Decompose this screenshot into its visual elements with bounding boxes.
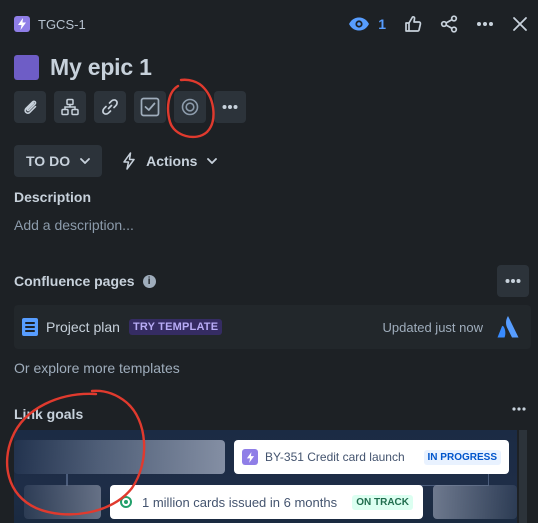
confluence-heading-text: Confluence pages — [14, 273, 135, 289]
info-icon[interactable]: i — [142, 274, 156, 288]
chevron-down-icon — [80, 158, 90, 164]
status-row: TO DO Actions — [14, 145, 227, 177]
link-goals-heading: Link goals — [14, 406, 84, 422]
watch-button[interactable]: 1 — [348, 16, 386, 32]
more-actions-button[interactable] — [214, 91, 246, 123]
chevron-down-icon — [207, 158, 218, 164]
try-template-lozenge: TRY TEMPLATE — [128, 319, 223, 335]
atlassian-logo-icon — [497, 315, 519, 339]
placeholder-card — [24, 485, 101, 519]
attach-icon — [21, 98, 39, 116]
goals-illustration: BY-351 Credit card launch IN PROGRESS 1 … — [14, 430, 517, 523]
actions-label: Actions — [146, 153, 198, 169]
more-icon — [222, 104, 238, 110]
page-title[interactable]: Project plan — [46, 319, 120, 335]
confluence-heading: Confluence pages i — [14, 273, 156, 289]
hierarchy-icon — [61, 98, 79, 116]
description-field[interactable]: Add a description... — [14, 217, 134, 233]
add-goal-button[interactable] — [174, 91, 206, 123]
more-icon[interactable] — [476, 21, 494, 27]
issue-toolbar — [14, 91, 246, 123]
on-track-lozenge: ON TRACK — [352, 494, 413, 510]
confluence-page-card[interactable]: Project plan TRY TEMPLATE Updated just n… — [14, 305, 531, 349]
placeholder-card — [433, 485, 517, 519]
scrollbar[interactable] — [519, 430, 527, 523]
share-icon[interactable] — [440, 15, 458, 33]
goal-card-goal: 1 million cards issued in 6 months ON TR… — [110, 485, 423, 519]
lightning-icon — [14, 16, 30, 32]
more-icon[interactable] — [512, 406, 526, 412]
issue-header: TGCS-1 1 — [14, 12, 528, 36]
goal-target-icon — [120, 496, 132, 508]
watchers-count: 1 — [378, 16, 386, 32]
checkbox-icon — [140, 97, 160, 117]
status-dropdown[interactable]: TO DO — [14, 145, 103, 177]
attach-button[interactable] — [14, 91, 46, 123]
goal-icon — [181, 98, 199, 116]
description-heading: Description — [14, 189, 92, 205]
confluence-more-button[interactable] — [497, 265, 529, 297]
lightning-icon — [242, 449, 258, 465]
actions-dropdown[interactable]: Actions — [112, 145, 227, 177]
updated-timestamp: Updated just now — [382, 319, 483, 335]
document-icon — [22, 318, 38, 336]
epic-color-swatch[interactable] — [14, 55, 39, 80]
issue-title[interactable]: My epic 1 — [50, 54, 152, 81]
link-icon — [101, 98, 119, 116]
lightning-icon — [122, 152, 136, 170]
link-issue-button[interactable] — [94, 91, 126, 123]
eye-icon — [348, 17, 370, 31]
like-icon[interactable] — [404, 15, 422, 33]
goal-card-text: BY-351 Credit card launch — [265, 450, 405, 464]
in-progress-lozenge: IN PROGRESS — [423, 449, 501, 465]
goal-card-epic: BY-351 Credit card launch IN PROGRESS — [234, 440, 509, 474]
status-label: TO DO — [26, 153, 71, 169]
placeholder-card — [14, 440, 225, 474]
child-issues-button[interactable] — [54, 91, 86, 123]
title-row: My epic 1 — [14, 54, 152, 81]
explore-templates-link[interactable]: Or explore more templates — [14, 360, 180, 376]
goal-card-text: 1 million cards issued in 6 months — [142, 494, 338, 510]
checklist-button[interactable] — [134, 91, 166, 123]
more-icon — [505, 278, 521, 284]
close-icon[interactable] — [512, 16, 528, 32]
issue-key-link[interactable]: TGCS-1 — [38, 17, 86, 32]
